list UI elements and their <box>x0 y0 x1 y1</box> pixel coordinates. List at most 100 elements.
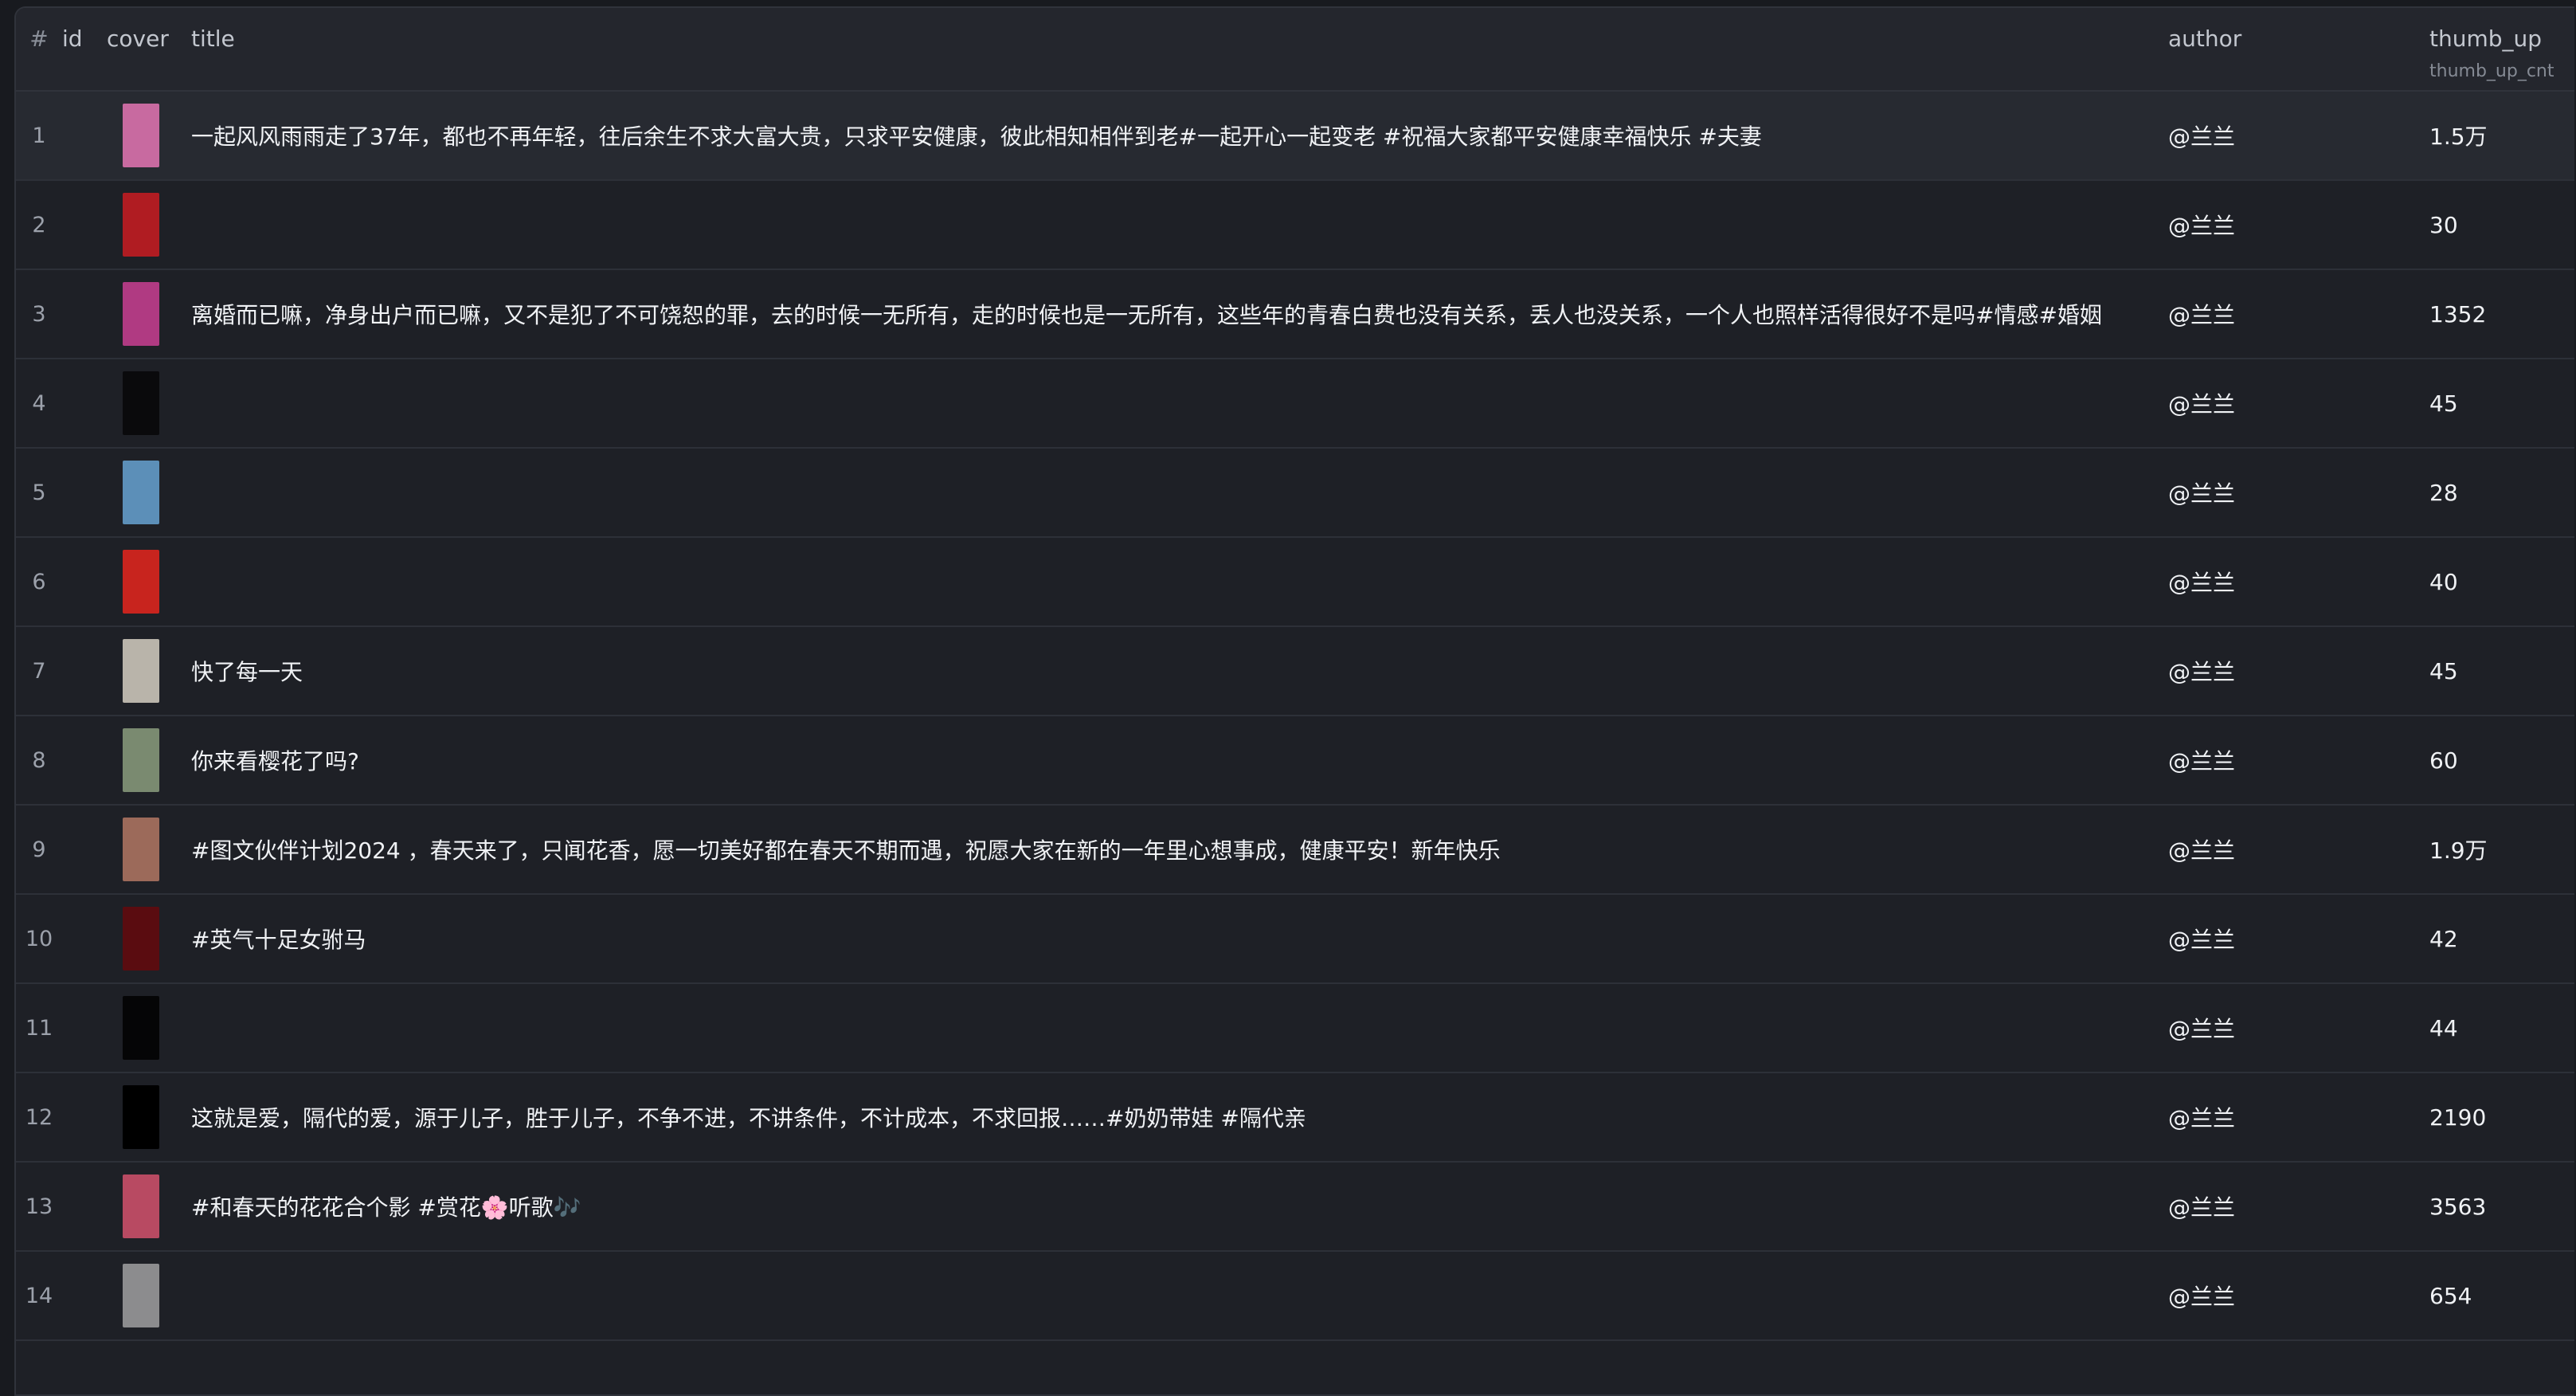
row-author: @兰兰 <box>2168 213 2236 239</box>
table-row[interactable]: 9 #图文伙伴计划2024 ，春天来了，只闻花香，愿一切美好都在春天不期而遇，祝愿… <box>16 805 2574 894</box>
row-cover[interactable] <box>107 537 191 626</box>
row-title <box>191 1251 2168 1340</box>
row-thumb-up: 42 <box>2429 925 2458 952</box>
row-thumb-up: 654 <box>2429 1282 2472 1309</box>
row-thumb-up: 1.5万 <box>2429 124 2488 150</box>
row-number: 6 <box>32 569 46 594</box>
cover-thumbnail[interactable] <box>123 1264 159 1327</box>
row-number: 14 <box>25 1283 53 1308</box>
row-number: 10 <box>25 926 53 951</box>
header-id[interactable]: id <box>62 8 107 92</box>
row-cover[interactable] <box>107 1251 191 1340</box>
row-id <box>62 1162 107 1251</box>
header-row-number[interactable]: # <box>16 8 62 92</box>
row-number: 8 <box>32 747 46 773</box>
row-title: 快了每一天 <box>191 659 303 685</box>
row-cover[interactable] <box>107 626 191 716</box>
row-cover[interactable] <box>107 91 191 180</box>
row-number: 5 <box>32 480 46 505</box>
table-row[interactable]: 12 这就是爱，隔代的爱，源于儿子，胜于儿子，不争不进，不讲条件，不计成本，不求回… <box>16 1072 2574 1162</box>
row-id <box>62 91 107 180</box>
table-row[interactable]: 8 你来看樱花了吗? @兰兰 60 <box>16 716 2574 805</box>
row-title <box>191 180 2168 269</box>
header-row: # id cover title author thumb_up thumb_u… <box>16 8 2574 92</box>
row-thumb-up: 30 <box>2429 211 2458 238</box>
row-id <box>62 894 107 983</box>
cover-thumbnail[interactable] <box>123 104 159 167</box>
row-thumb-up: 1352 <box>2429 300 2487 327</box>
row-cover[interactable] <box>107 805 191 894</box>
row-cover[interactable] <box>107 894 191 983</box>
row-author: @兰兰 <box>2168 1105 2236 1131</box>
cover-thumbnail[interactable] <box>123 371 159 435</box>
table-row[interactable]: 2 @兰兰 30 <box>16 180 2574 269</box>
header-thumb-up-type: thumb_up_cnt <box>2429 61 2554 81</box>
cover-thumbnail[interactable] <box>123 907 159 971</box>
row-title: 离婚而已嘛，净身出户而已嘛，又不是犯了不可饶恕的罪，去的时候一无所有，走的时候也… <box>191 302 2102 328</box>
row-cover[interactable] <box>107 1072 191 1162</box>
row-title: #和春天的花花合个影 #赏花🌸听歌🎶 <box>191 1194 581 1221</box>
cover-thumbnail[interactable] <box>123 193 159 257</box>
row-id <box>62 448 107 537</box>
table-row[interactable]: 7 快了每一天 @兰兰 45 <box>16 626 2574 716</box>
row-author: @兰兰 <box>2168 1284 2236 1310</box>
cover-thumbnail[interactable] <box>123 728 159 792</box>
table-row[interactable]: 3 离婚而已嘛，净身出户而已嘛，又不是犯了不可饶恕的罪，去的时候一无所有，走的时候… <box>16 269 2574 359</box>
table-header: # id cover title author thumb_up thumb_u… <box>16 8 2574 92</box>
row-author: @兰兰 <box>2168 659 2236 685</box>
row-thumb-up: 45 <box>2429 390 2458 417</box>
table-row[interactable]: 4 @兰兰 45 <box>16 359 2574 448</box>
row-id <box>62 983 107 1072</box>
cover-thumbnail[interactable] <box>123 639 159 703</box>
row-author: @兰兰 <box>2168 748 2236 774</box>
row-id <box>62 1251 107 1340</box>
header-author[interactable]: author <box>2168 8 2429 92</box>
table-row[interactable]: 6 @兰兰 40 <box>16 537 2574 626</box>
row-author: @兰兰 <box>2168 302 2236 328</box>
row-number: 2 <box>32 212 46 237</box>
cover-thumbnail[interactable] <box>123 1174 159 1238</box>
table-row[interactable]: 14 @兰兰 654 <box>16 1251 2574 1340</box>
row-author: @兰兰 <box>2168 1194 2236 1221</box>
header-title[interactable]: title <box>191 8 2168 92</box>
row-number: 7 <box>32 658 46 684</box>
header-thumb-up[interactable]: thumb_up thumb_up_cnt <box>2429 8 2574 92</box>
table-row[interactable]: 10 #英气十足女驸马 @兰兰 42 <box>16 894 2574 983</box>
row-cover[interactable] <box>107 716 191 805</box>
cover-thumbnail[interactable] <box>123 461 159 524</box>
table-row[interactable]: 5 @兰兰 28 <box>16 448 2574 537</box>
cover-thumbnail[interactable] <box>123 550 159 614</box>
row-cover[interactable] <box>107 359 191 448</box>
table-row[interactable]: 11 @兰兰 44 <box>16 983 2574 1072</box>
row-cover[interactable] <box>107 448 191 537</box>
header-cover[interactable]: cover <box>107 8 191 92</box>
row-author: @兰兰 <box>2168 480 2236 507</box>
row-id <box>62 626 107 716</box>
row-id <box>62 716 107 805</box>
row-number: 1 <box>32 123 46 148</box>
cover-thumbnail[interactable] <box>123 818 159 881</box>
table-row[interactable]: 1 一起风风雨雨走了37年，都也不再年轻，往后余生不求大富大贵，只求平安健康，彼此… <box>16 91 2574 180</box>
row-id <box>62 180 107 269</box>
row-id <box>62 269 107 359</box>
row-number: 13 <box>25 1194 53 1219</box>
row-cover[interactable] <box>107 180 191 269</box>
row-author: @兰兰 <box>2168 837 2236 864</box>
cover-thumbnail[interactable] <box>123 1085 159 1149</box>
row-author: @兰兰 <box>2168 1016 2236 1042</box>
data-table-frame: # id cover title author thumb_up thumb_u… <box>14 6 2574 1396</box>
cover-thumbnail[interactable] <box>123 282 159 346</box>
row-title <box>191 537 2168 626</box>
row-title: 这就是爱，隔代的爱，源于儿子，胜于儿子，不争不进，不讲条件，不计成本，不求回报…… <box>191 1105 1306 1131</box>
row-cover[interactable] <box>107 983 191 1072</box>
row-title <box>191 983 2168 1072</box>
cover-thumbnail[interactable] <box>123 996 159 1060</box>
row-id <box>62 537 107 626</box>
row-thumb-up: 45 <box>2429 657 2458 684</box>
row-cover[interactable] <box>107 269 191 359</box>
row-id <box>62 1072 107 1162</box>
row-cover[interactable] <box>107 1162 191 1251</box>
table-row[interactable]: 13 #和春天的花花合个影 #赏花🌸听歌🎶 @兰兰 3563 <box>16 1162 2574 1251</box>
row-number: 9 <box>32 837 46 862</box>
row-thumb-up: 60 <box>2429 747 2458 774</box>
